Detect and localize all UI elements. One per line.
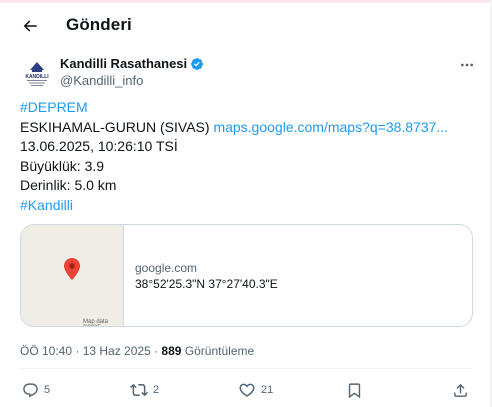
hashtag-kandilli[interactable]: #Kandilli (20, 197, 73, 213)
map-credit: Map data ©2025 (83, 319, 109, 326)
reply-count: 5 (44, 384, 51, 396)
tweet-meta: ÖÖ 10:40 · 13 Haz 2025 · 889 Görüntüleme (20, 344, 254, 358)
author-name-text: Kandilli Rasathanesi (60, 56, 188, 71)
retweet-icon (130, 383, 148, 397)
bookmark-button[interactable] (346, 378, 363, 402)
more-options-button[interactable] (456, 54, 478, 76)
tweet-text: #DEPREM ESKIHAMAL-GURUN (SIVAS) maps.goo… (20, 98, 480, 216)
tweet-author: KANDILLI Kandilli Rasathanesi @Kandilli_… (20, 56, 480, 96)
kandilli-logo-icon: KANDILLI (20, 56, 54, 90)
retweet-button[interactable]: 2 (130, 378, 159, 402)
divider (20, 368, 472, 369)
depth-text: Derinlik: 5.0 km (20, 177, 117, 194)
header: Gönderi (0, 4, 490, 48)
bookmark-icon (348, 382, 361, 398)
verified-badge-icon (191, 57, 204, 70)
reply-icon (23, 382, 38, 397)
views-label: Görüntüleme (184, 344, 255, 358)
heart-icon (239, 383, 255, 397)
avatar[interactable]: KANDILLI (20, 56, 54, 90)
views-count: 889 (161, 344, 182, 358)
back-button[interactable] (12, 8, 48, 44)
arrow-left-icon (23, 20, 37, 32)
reply-button[interactable]: 5 (22, 378, 50, 402)
tweet-timestamp[interactable]: ÖÖ 10:40 · 13 Haz 2025 · (20, 344, 158, 358)
card-title: 38°52'25.3"N 37°27'40.3"E (135, 277, 278, 291)
map-thumbnail: Map data ©2025 (21, 225, 124, 326)
share-button[interactable] (452, 378, 469, 402)
top-accent-line (0, 0, 492, 3)
maps-link[interactable]: maps.google.com/maps?q=38.8737... (213, 119, 448, 135)
like-button[interactable]: 21 (238, 378, 273, 402)
datetime-text: 13.06.2025, 10:26:10 TSİ (20, 138, 178, 155)
more-horizontal-icon (461, 63, 473, 67)
card-domain: google.com (135, 261, 198, 275)
svg-text:KANDILLI: KANDILLI (25, 74, 49, 80)
map-pin-icon (64, 258, 80, 285)
retweet-count: 2 (153, 384, 160, 396)
link-preview-card[interactable]: Map data ©2025 google.com 38°52'25.3"N 3… (20, 224, 473, 327)
author-handle[interactable]: @Kandilli_info (60, 73, 143, 88)
page-title: Gönderi (66, 15, 132, 34)
like-count: 21 (261, 384, 274, 396)
share-icon (454, 383, 467, 397)
action-bar: 5 2 21 (20, 378, 472, 402)
location-text: ESKIHAMAL-GURUN (SIVAS) (20, 118, 210, 135)
hashtag-deprem[interactable]: #DEPREM (20, 99, 88, 115)
magnitude-text: Büyüklük: 3.9 (20, 157, 105, 174)
author-name[interactable]: Kandilli Rasathanesi (60, 56, 204, 71)
